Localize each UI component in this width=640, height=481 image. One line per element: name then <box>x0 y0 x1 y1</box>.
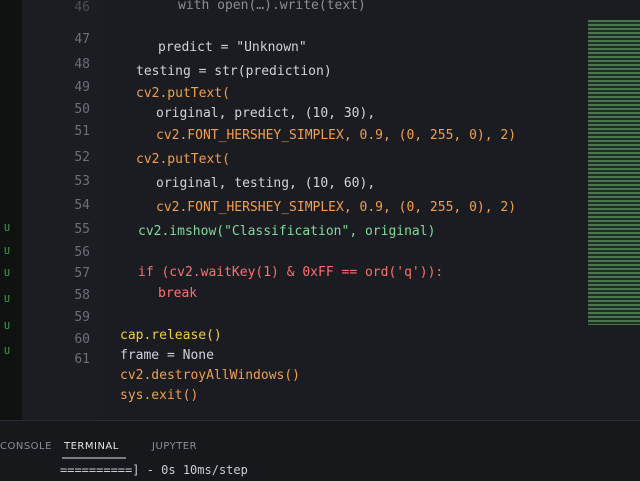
status-u-icon: U <box>4 246 11 257</box>
code-line: original, testing, (10, 60), <box>156 176 376 191</box>
code-line: break <box>158 286 198 301</box>
status-u-icon: U <box>4 223 11 234</box>
line-number: 46 <box>74 0 90 15</box>
code-line: with open(…).write(text) <box>178 0 366 13</box>
code-line: if (cv2.waitKey(1) & 0xFF == ord('q')): <box>138 265 444 280</box>
tab-terminal[interactable]: TERMINAL <box>64 441 119 452</box>
code-line: cv2.imshow("Classification", original) <box>138 224 436 239</box>
active-tab-indicator <box>62 457 126 459</box>
code-line: original, predict, (10, 30), <box>156 106 376 121</box>
line-number: 58 <box>74 288 90 303</box>
line-number-gutter: 46 47 48 49 50 51 52 53 54 55 56 57 58 5… <box>22 0 116 420</box>
line-number: 56 <box>74 245 90 260</box>
code-line: sys.exit() <box>120 388 199 403</box>
line-number: 54 <box>74 198 90 213</box>
code-line: cv2.putText( <box>136 152 230 167</box>
code-line: testing = str(prediction) <box>136 64 332 79</box>
bottom-panel: CONSOLE TERMINAL JUPYTER ==========] - 0… <box>0 420 640 481</box>
status-u-icon: U <box>4 268 11 279</box>
code-line: cv2.FONT_HERSHEY_SIMPLEX, 0.9, (0, 255, … <box>156 128 517 143</box>
line-number: 47 <box>74 32 90 47</box>
tab-jupyter[interactable]: JUPYTER <box>152 441 197 452</box>
line-number: 60 <box>74 332 90 347</box>
code-line: cv2.destroyAllWindows() <box>120 368 301 383</box>
line-number: 61 <box>74 352 90 367</box>
code-line: predict = "Unknown" <box>158 40 307 55</box>
terminal-output: ==========] - 0s 10ms/step <box>60 463 248 477</box>
line-number: 52 <box>74 150 90 165</box>
code-line: cv2.putText( <box>136 86 230 101</box>
status-u-icon: U <box>4 321 11 332</box>
status-u-icon: U <box>4 346 11 357</box>
line-number: 48 <box>74 57 90 72</box>
line-number: 50 <box>74 102 90 117</box>
line-number: 57 <box>74 266 90 281</box>
line-number: 59 <box>74 310 90 325</box>
line-number: 49 <box>74 80 90 95</box>
code-line: frame = None <box>120 348 214 363</box>
code-line: cv2.FONT_HERSHEY_SIMPLEX, 0.9, (0, 255, … <box>156 200 517 215</box>
line-number: 55 <box>74 222 90 237</box>
side-panel-edge: U U U U U U <box>0 0 22 420</box>
line-number: 53 <box>74 174 90 189</box>
status-u-icon: U <box>4 294 11 305</box>
line-number: 51 <box>74 124 90 139</box>
code-line: cap.release() <box>120 328 222 343</box>
tab-console[interactable]: CONSOLE <box>0 441 52 452</box>
minimap[interactable] <box>588 20 640 325</box>
code-editor[interactable]: with open(…).write(text) predict = "Unkn… <box>98 0 640 420</box>
